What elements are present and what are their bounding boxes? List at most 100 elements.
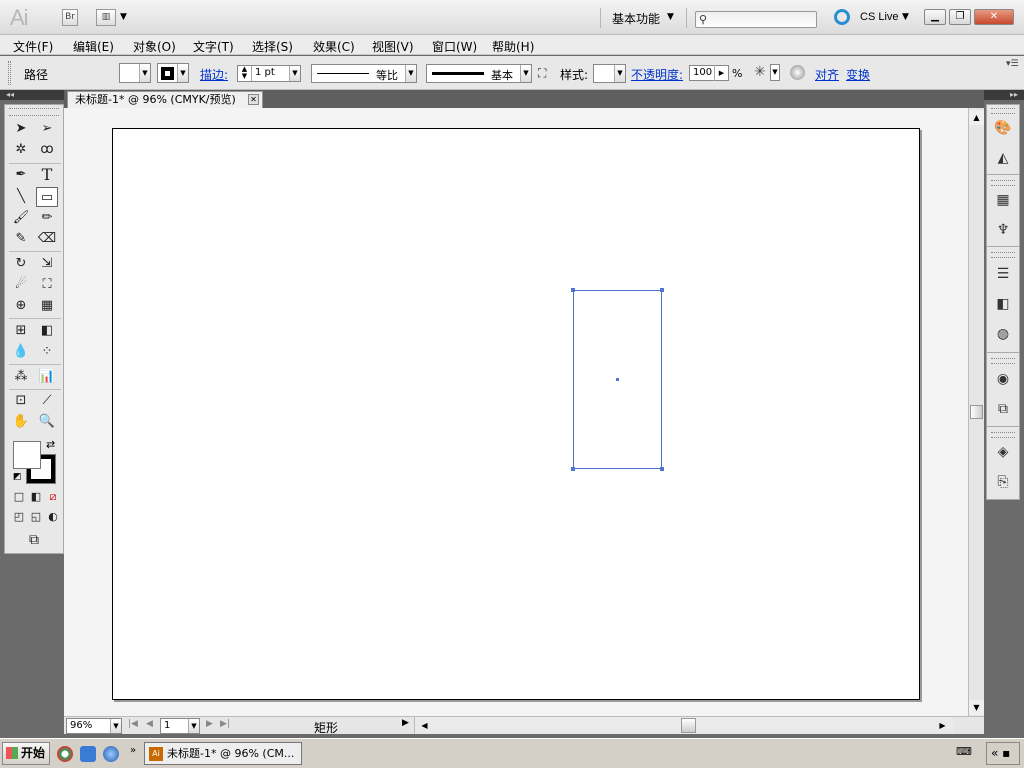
scroll-right-icon[interactable]: ▶	[935, 718, 950, 733]
menu-help[interactable]: 帮助(H)	[492, 38, 534, 55]
start-button[interactable]: 开始	[2, 742, 50, 765]
pen-tool-icon[interactable]: ✒	[10, 165, 32, 185]
none-mode-icon[interactable]: ⧄	[42, 487, 64, 507]
chevron-down-icon[interactable]: ▼	[405, 65, 416, 82]
panel-grip[interactable]	[991, 108, 1015, 114]
slice-tool-icon[interactable]: ⟋	[36, 391, 58, 411]
recolor-artwork-icon[interactable]: ✳	[754, 64, 766, 80]
blend-tool-icon[interactable]: ⁘	[36, 342, 58, 362]
scroll-down-icon[interactable]: ▼	[969, 700, 984, 715]
brush-definition-dropdown[interactable]: 基本 ▼	[426, 64, 532, 83]
panel-grip[interactable]	[991, 252, 1015, 258]
zoom-dropdown[interactable]: 96% ▼	[66, 718, 122, 734]
previous-artboard-icon[interactable]: ◀	[146, 719, 153, 729]
cs-live-menu[interactable]: CS Live	[860, 11, 899, 23]
internet-explorer-icon[interactable]	[103, 746, 119, 762]
vertical-scrollbar[interactable]: ▲ ▼	[968, 108, 984, 716]
chevron-down-icon[interactable]: ▼	[614, 65, 625, 82]
chevron-down-icon[interactable]: ▼	[120, 12, 127, 22]
keyboard-icon[interactable]: ⌨	[956, 745, 972, 758]
variable-width-profile-dropdown[interactable]: 等比 ▼	[311, 64, 417, 83]
menu-window[interactable]: 窗口(W)	[432, 38, 477, 55]
stroke-panel-icon[interactable]: ☰	[994, 265, 1012, 283]
next-artboard-icon[interactable]: ▶	[206, 719, 213, 729]
blob-brush-tool-icon[interactable]: ✎	[10, 229, 32, 249]
first-artboard-icon[interactable]: |◀	[128, 719, 138, 729]
artboard-tool-icon[interactable]: ⊡	[10, 391, 32, 411]
close-icon[interactable]: ✕	[248, 94, 259, 105]
document-setup-icon[interactable]	[790, 65, 805, 80]
screen-mode-icon[interactable]: ⧉	[23, 530, 45, 550]
shape-builder-tool-icon[interactable]: ⊕	[10, 296, 32, 316]
selection-tool-icon[interactable]: ➤	[10, 119, 32, 139]
menu-view[interactable]: 视图(V)	[372, 38, 414, 55]
selection-handle[interactable]	[660, 288, 664, 292]
chevron-down-icon[interactable]: ▼	[177, 64, 188, 82]
direct-selection-tool-icon[interactable]: ➢	[36, 119, 58, 139]
color-guide-icon[interactable]: ◭	[994, 149, 1012, 167]
color-panel-icon[interactable]: 🎨	[994, 119, 1012, 137]
fill-color-dropdown[interactable]: ▼	[119, 63, 151, 83]
chevron-down-icon[interactable]: ▼	[770, 64, 780, 81]
gradient-tool-icon[interactable]: ◧	[36, 321, 58, 341]
minimize-button[interactable]: ▁	[924, 9, 946, 25]
gradient-panel-icon[interactable]: ◧	[994, 295, 1012, 313]
draw-inside-icon[interactable]: ◐	[42, 507, 64, 527]
tray-expand-icon[interactable]: « ▪	[986, 742, 1020, 765]
brush-options-icon[interactable]: ⛶	[538, 66, 546, 81]
appearance-panel-icon[interactable]: ◉	[994, 370, 1012, 388]
zoom-tool-icon[interactable]: 🔍	[36, 412, 58, 432]
eyedropper-tool-icon[interactable]: 💧	[10, 342, 32, 362]
panel-grip[interactable]	[991, 358, 1015, 364]
close-button[interactable]: ✕	[974, 9, 1014, 25]
dock-collapse-button[interactable]: ▸▸	[984, 90, 1024, 100]
mesh-tool-icon[interactable]: ⊞	[10, 321, 32, 341]
scroll-up-icon[interactable]: ▲	[969, 110, 984, 125]
graphic-style-dropdown[interactable]: ▼	[593, 64, 626, 83]
restore-button[interactable]: ❐	[949, 9, 971, 25]
align-panel-link[interactable]: 对齐	[815, 66, 839, 83]
workspace-switcher[interactable]: 基本功能	[612, 10, 660, 27]
selection-handle[interactable]	[571, 288, 575, 292]
free-transform-tool-icon[interactable]: ⛶	[36, 275, 58, 295]
selection-handle[interactable]	[660, 467, 664, 471]
panel-grip[interactable]	[8, 61, 11, 85]
brushes-panel-icon[interactable]: ♆	[994, 221, 1012, 239]
panel-menu-icon[interactable]: ▾☰	[1006, 59, 1019, 69]
warp-tool-icon[interactable]: ☄	[10, 275, 32, 295]
layers-panel-icon[interactable]: ◈	[994, 443, 1012, 461]
menu-edit[interactable]: 编辑(E)	[73, 38, 114, 55]
transform-panel-link[interactable]: 变换	[846, 66, 870, 83]
chevron-down-icon[interactable]: ▼	[520, 65, 531, 82]
menu-effect[interactable]: 效果(C)	[313, 38, 355, 55]
swap-fill-stroke-icon[interactable]: ⇄	[46, 438, 55, 451]
chevron-down-icon[interactable]: ▼	[289, 66, 300, 81]
paintbrush-tool-icon[interactable]: 🖌	[10, 208, 32, 228]
last-artboard-icon[interactable]: ▶|	[220, 719, 230, 729]
stroke-panel-link[interactable]: 描边:	[200, 66, 228, 83]
horizontal-scroll-thumb[interactable]	[681, 718, 696, 733]
panel-grip[interactable]	[991, 432, 1015, 438]
chevron-right-icon[interactable]: »	[130, 745, 136, 756]
graphic-styles-panel-icon[interactable]: ⧉	[994, 400, 1012, 418]
pencil-tool-icon[interactable]: ✏	[36, 208, 58, 228]
transparency-panel-icon[interactable]: ◍	[994, 325, 1012, 343]
eraser-tool-icon[interactable]: ⌫	[36, 229, 58, 249]
selection-handle[interactable]	[571, 467, 575, 471]
menu-type[interactable]: 文字(T)	[193, 38, 234, 55]
chevron-right-icon[interactable]: ▶	[714, 65, 728, 81]
lasso-tool-icon[interactable]: ꝏ	[36, 140, 58, 160]
scale-tool-icon[interactable]: ⇲	[36, 254, 58, 274]
stepper-icon[interactable]: ▲ ▼	[238, 66, 252, 81]
fill-swatch[interactable]	[13, 441, 41, 469]
search-input[interactable]: ⚲	[695, 11, 817, 28]
vertical-scroll-thumb[interactable]	[970, 405, 983, 419]
chevron-down-icon[interactable]: ▼	[110, 719, 121, 733]
menu-object[interactable]: 对象(O)	[133, 38, 176, 55]
menu-select[interactable]: 选择(S)	[252, 38, 293, 55]
menu-file[interactable]: 文件(F)	[13, 38, 53, 55]
status-current-tool[interactable]: 矩形	[314, 719, 338, 736]
selected-rectangle[interactable]	[571, 288, 664, 471]
artboard[interactable]	[112, 128, 920, 700]
chevron-down-icon[interactable]: ▼	[139, 64, 150, 82]
